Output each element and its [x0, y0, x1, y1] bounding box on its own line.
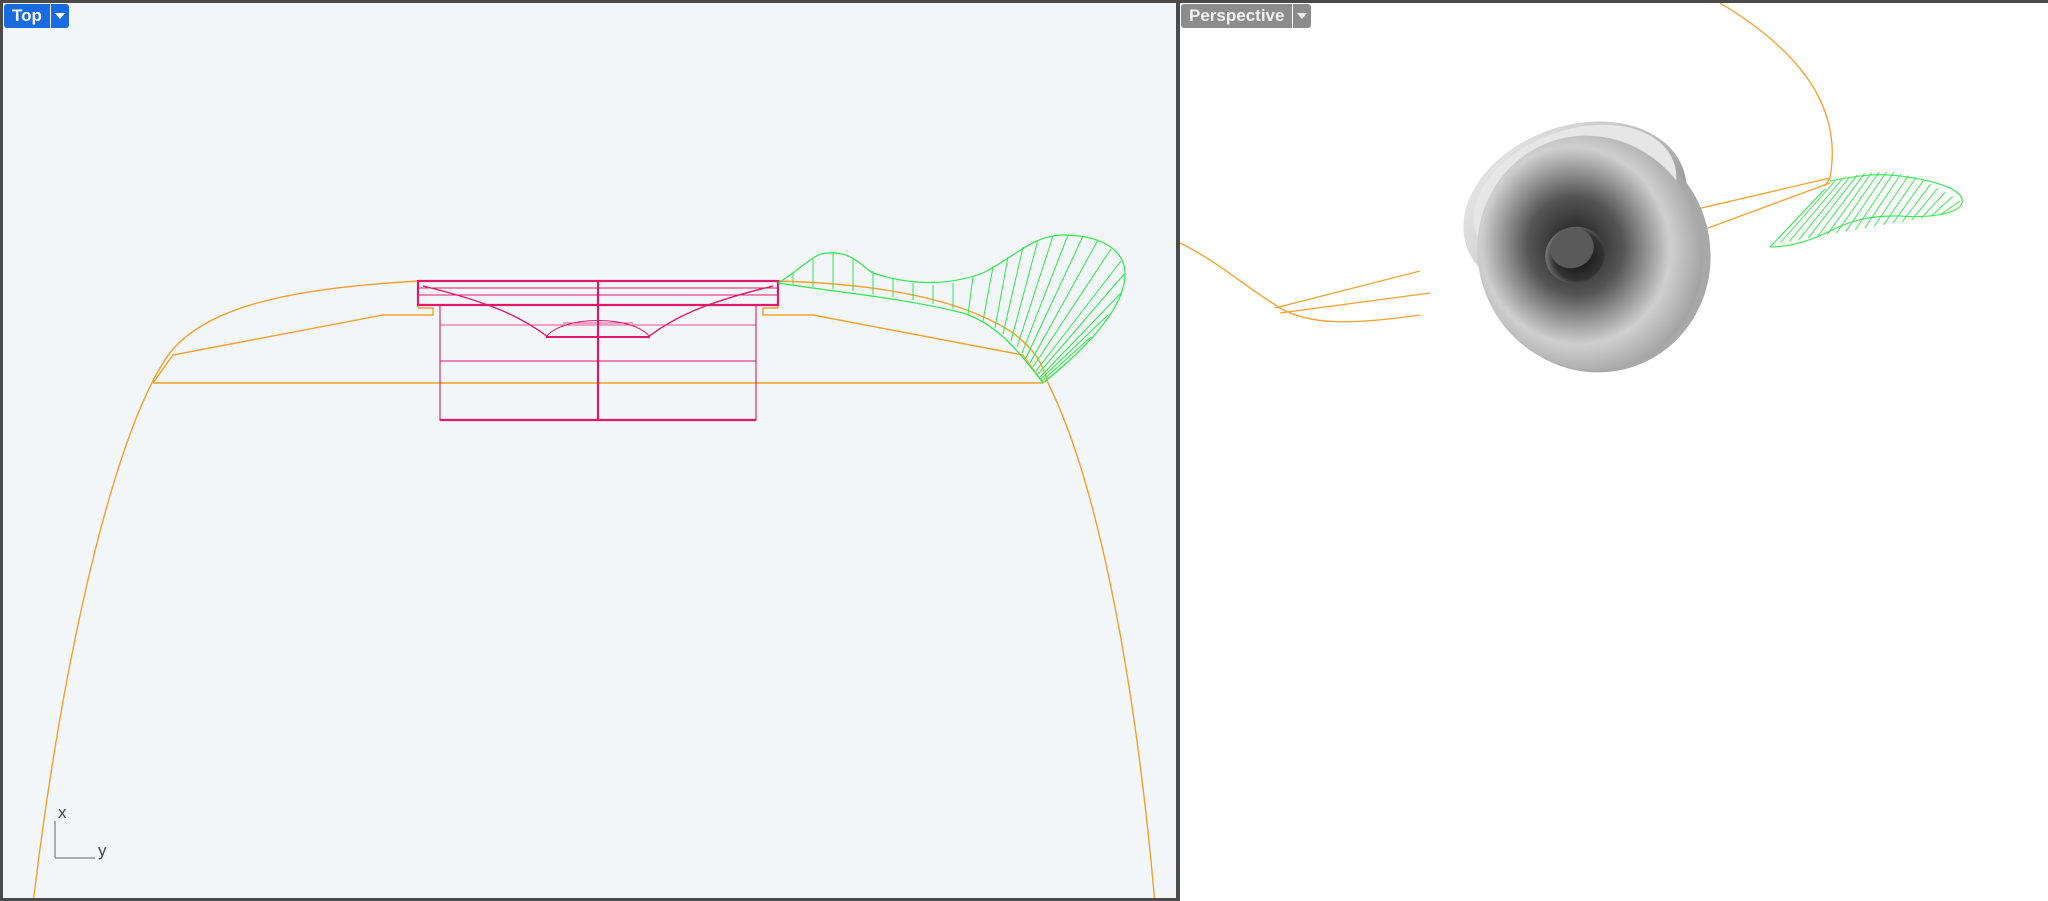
green-hatching — [792, 234, 1126, 384]
hatch-line — [1854, 172, 1895, 231]
viewport-title-perspective[interactable]: Perspective — [1181, 4, 1293, 28]
hatch-line — [1010, 239, 1039, 342]
viewport-title-top[interactable]: Top — [4, 4, 50, 28]
hatch-line — [1041, 336, 1092, 382]
hatch-line — [1779, 180, 1836, 244]
axis-gizmo: x y — [54, 803, 107, 860]
orange-body-outline — [33, 280, 1156, 898]
hatch-line — [1883, 177, 1917, 226]
hatch-line — [1807, 174, 1858, 239]
top-viewport[interactable]: x y Top — [0, 0, 1176, 901]
tab-top-viewport[interactable]: Top — [4, 4, 69, 28]
chevron-down-icon[interactable] — [1293, 4, 1312, 28]
hatch-line — [1039, 292, 1122, 378]
hatch-line — [982, 266, 994, 322]
perspective-scene — [1180, 3, 1963, 373]
axis-y-label: y — [98, 841, 107, 860]
chevron-down-icon[interactable] — [50, 4, 69, 28]
axis-x-label: x — [58, 803, 67, 822]
hatch-line — [1939, 200, 1961, 216]
suction-cup-part — [1463, 121, 1711, 373]
hatch-line — [1037, 272, 1126, 375]
magenta-part — [416, 279, 780, 422]
hatch-line — [967, 276, 974, 315]
hatch-line — [994, 256, 1009, 329]
top-view-scene: x y — [33, 234, 1156, 898]
tab-perspective-viewport[interactable]: Perspective — [1181, 4, 1312, 28]
hatch-line — [1035, 260, 1122, 372]
perspective-viewport[interactable]: Perspective — [1180, 0, 2048, 901]
